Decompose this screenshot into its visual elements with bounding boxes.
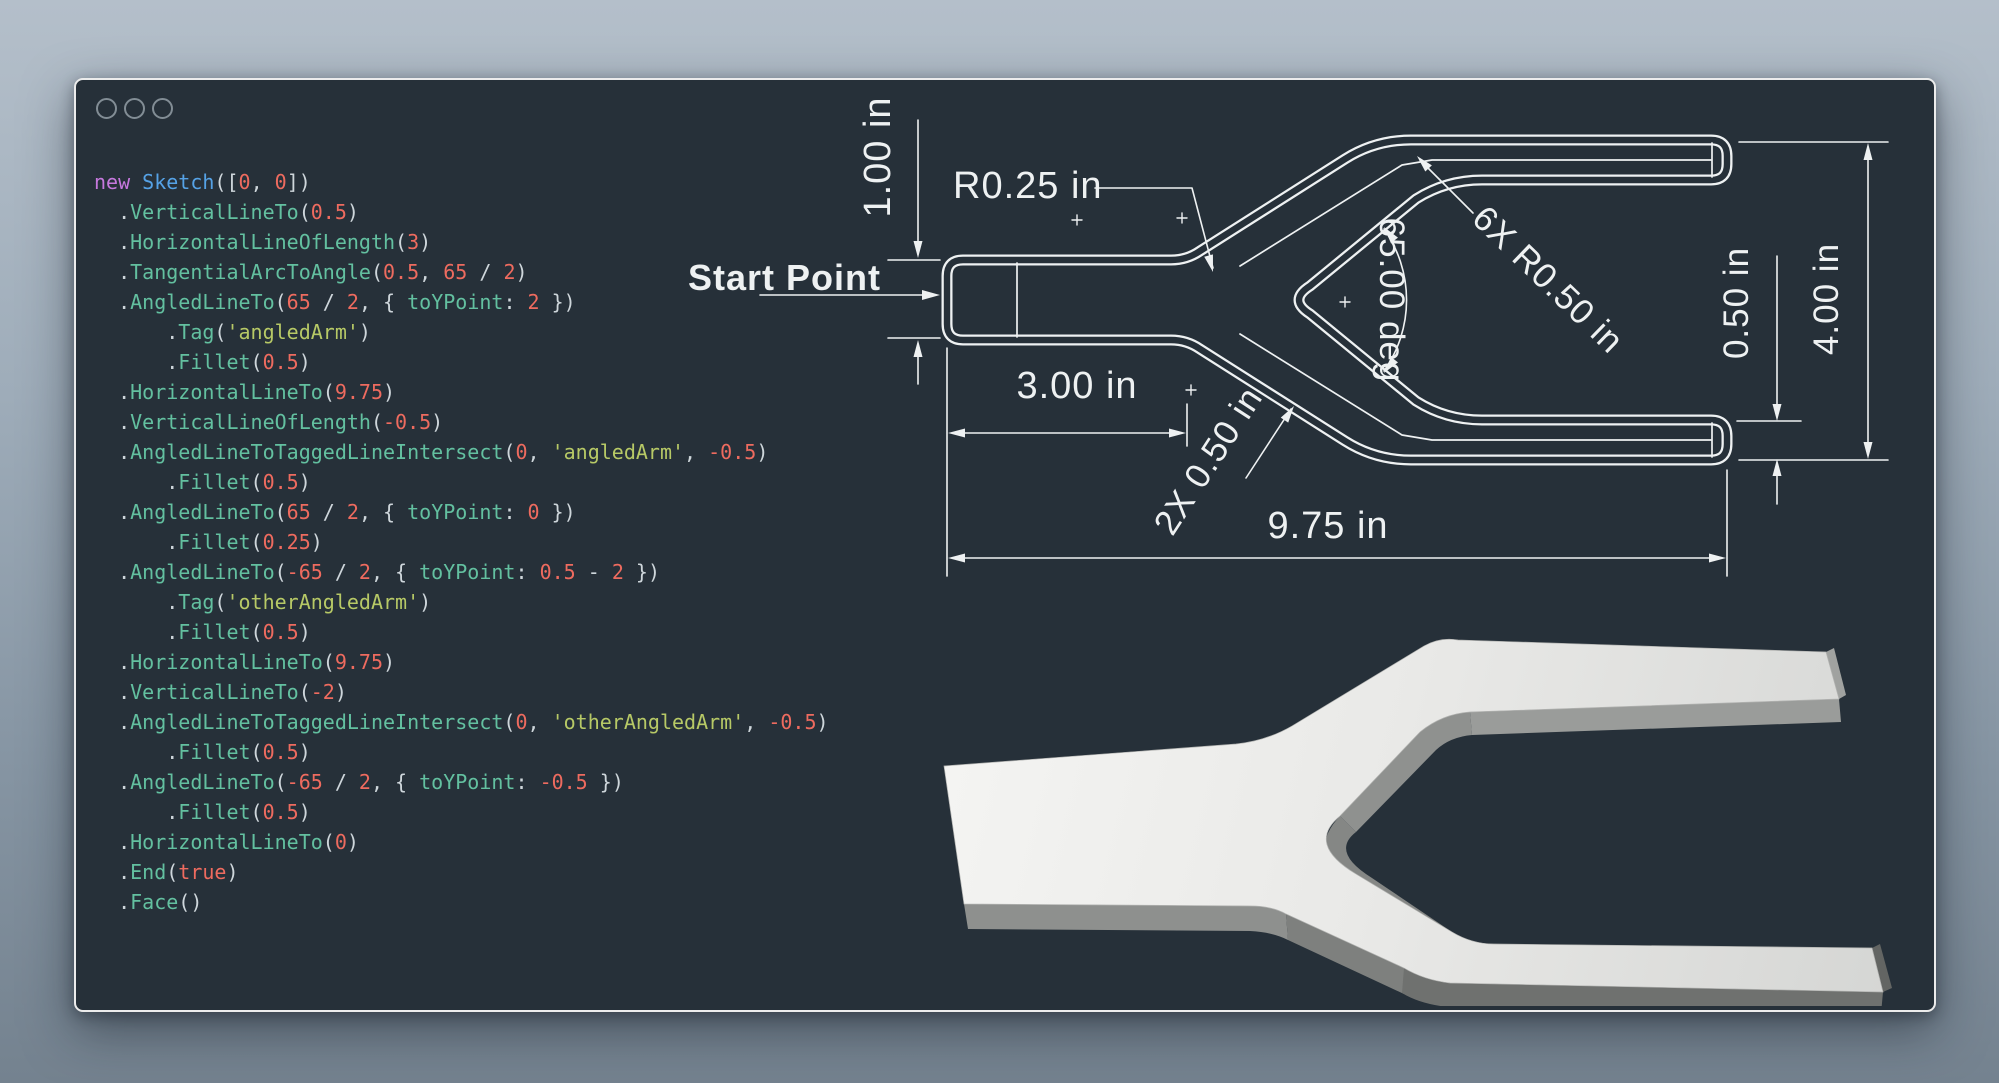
code-line: .HorizontalLineTo(9.75) bbox=[94, 377, 829, 407]
code-line: .Fillet(0.5) bbox=[94, 737, 829, 767]
code-editor[interactable]: new Sketch([0, 0]) .VerticalLineTo(0.5) … bbox=[94, 167, 829, 917]
code-line: .Face() bbox=[94, 887, 829, 917]
code-line: .AngledLineToTaggedLineIntersect(0, 'ang… bbox=[94, 437, 829, 467]
code-line: .VerticalLineTo(-2) bbox=[94, 677, 829, 707]
code-line: .Fillet(0.5) bbox=[94, 617, 829, 647]
code-line: .AngledLineTo(-65 / 2, { toYPoint: 0.5 -… bbox=[94, 557, 829, 587]
traffic-light-maximize-icon[interactable] bbox=[152, 98, 173, 119]
code-line: .HorizontalLineOfLength(3) bbox=[94, 227, 829, 257]
code-line: .VerticalLineTo(0.5) bbox=[94, 197, 829, 227]
code-line: .Fillet(0.25) bbox=[94, 527, 829, 557]
code-line: .End(true) bbox=[94, 857, 829, 887]
code-line: .TangentialArcToAngle(0.5, 65 / 2) bbox=[94, 257, 829, 287]
code-line: .Tag('angledArm') bbox=[94, 317, 829, 347]
code-line: .HorizontalLineTo(0) bbox=[94, 827, 829, 857]
traffic-light-close-icon[interactable] bbox=[96, 98, 117, 119]
code-line: .HorizontalLineTo(9.75) bbox=[94, 647, 829, 677]
code-line: .VerticalLineOfLength(-0.5) bbox=[94, 407, 829, 437]
window-controls bbox=[96, 98, 173, 119]
code-line: .Fillet(0.5) bbox=[94, 797, 829, 827]
desktop-background: new Sketch([0, 0]) .VerticalLineTo(0.5) … bbox=[0, 0, 1999, 1083]
code-line: .Fillet(0.5) bbox=[94, 467, 829, 497]
code-line: .Fillet(0.5) bbox=[94, 347, 829, 377]
code-line: .AngledLineToTaggedLineIntersect(0, 'oth… bbox=[94, 707, 829, 737]
code-line: new Sketch([0, 0]) bbox=[94, 167, 829, 197]
code-line: .AngledLineTo(-65 / 2, { toYPoint: -0.5 … bbox=[94, 767, 829, 797]
code-line: .Tag('otherAngledArm') bbox=[94, 587, 829, 617]
code-line: .AngledLineTo(65 / 2, { toYPoint: 0 }) bbox=[94, 497, 829, 527]
code-line: .AngledLineTo(65 / 2, { toYPoint: 2 }) bbox=[94, 287, 829, 317]
traffic-light-minimize-icon[interactable] bbox=[124, 98, 145, 119]
